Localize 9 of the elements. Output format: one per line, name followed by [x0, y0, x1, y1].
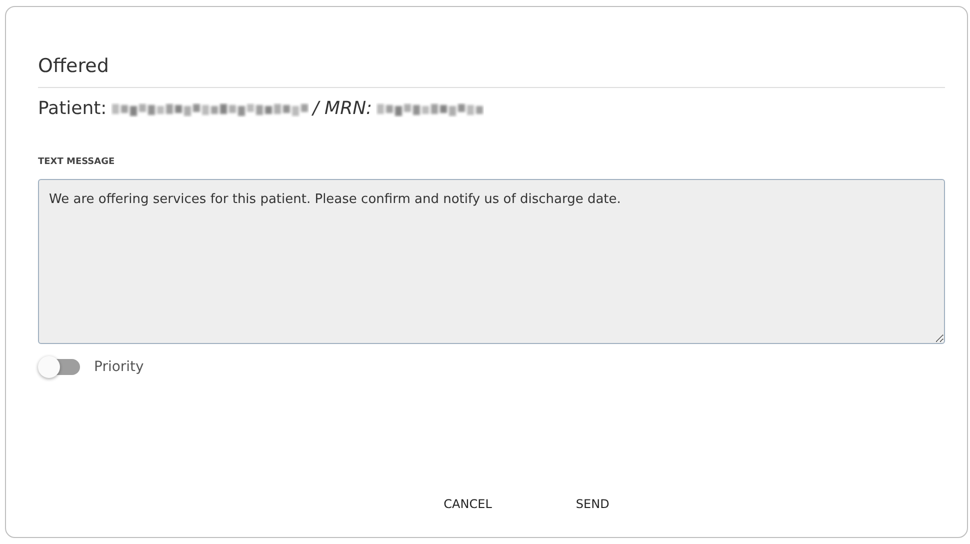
dialog-title: Offered	[38, 55, 945, 88]
priority-toggle[interactable]	[38, 358, 80, 376]
priority-label: Priority	[94, 359, 144, 375]
patient-label: Patient:	[38, 98, 107, 119]
mrn-label: / MRN:	[312, 98, 372, 119]
message-label: TEXT MESSAGE	[38, 157, 116, 167]
message-field[interactable]: We are offering services for this patient. Please confirm and notify us of discharge date.	[38, 179, 945, 344]
cancel-button[interactable]: CANCEL	[432, 491, 504, 517]
send-button[interactable]: SEND	[564, 491, 622, 517]
